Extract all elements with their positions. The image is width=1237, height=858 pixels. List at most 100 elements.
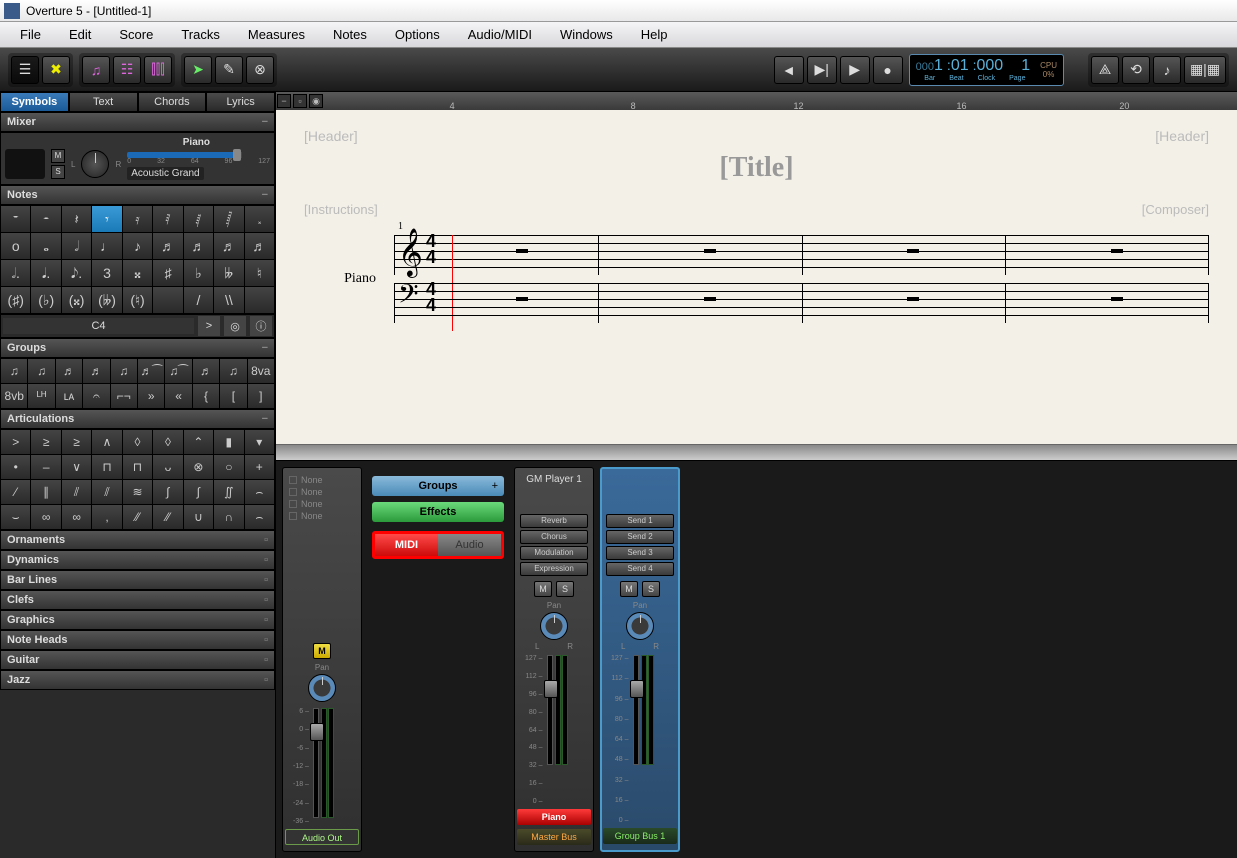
- menu-options[interactable]: Options: [381, 23, 454, 46]
- group-cell[interactable]: ♫: [111, 359, 137, 383]
- articulation-cell[interactable]: ≥: [62, 430, 91, 454]
- group-cell[interactable]: ♫: [28, 359, 54, 383]
- panel-jazz-header[interactable]: Jazz▫: [0, 670, 275, 690]
- note-cell[interactable]: 𝅗𝅥.: [1, 260, 30, 286]
- output-label[interactable]: Audio Out: [285, 829, 359, 845]
- send-none-1[interactable]: None: [287, 474, 357, 486]
- group-cell[interactable]: [: [220, 384, 246, 408]
- note-cell[interactable]: (𝄫): [92, 287, 121, 313]
- ruler-marker-icon[interactable]: ◉: [309, 94, 323, 108]
- articulation-cell[interactable]: ⊗: [184, 455, 213, 479]
- send-none-2[interactable]: None: [287, 486, 357, 498]
- tab-text[interactable]: Text: [69, 92, 138, 112]
- group-cell[interactable]: 8vb: [1, 384, 27, 408]
- send-1[interactable]: Send 1: [606, 514, 674, 528]
- articulation-cell[interactable]: ⊓: [92, 455, 121, 479]
- articulation-cell[interactable]: ∧: [92, 430, 121, 454]
- view-score-icon[interactable]: ☰: [11, 56, 39, 84]
- note-cell[interactable]: 𝅝: [31, 233, 60, 259]
- bus-name[interactable]: Group Bus 1: [603, 828, 677, 844]
- note-cell[interactable]: 𝅘𝅥.: [31, 260, 60, 286]
- target-icon[interactable]: ◎: [224, 316, 246, 336]
- note-cell[interactable]: [153, 287, 182, 313]
- articulation-cell[interactable]: ◊: [153, 430, 182, 454]
- mute-button[interactable]: M: [620, 581, 638, 597]
- rewind-button[interactable]: ◄: [774, 56, 804, 84]
- pan-knob[interactable]: [81, 150, 109, 178]
- arrow-tool-icon[interactable]: ➤: [184, 56, 212, 84]
- effects-button[interactable]: Effects: [372, 502, 504, 522]
- group-cell[interactable]: »: [138, 384, 164, 408]
- group-cell[interactable]: ♫: [220, 359, 246, 383]
- articulation-cell[interactable]: ∥: [31, 480, 60, 504]
- note-cell[interactable]: (♮): [123, 287, 152, 313]
- note-cell[interactable]: 𝄪: [123, 260, 152, 286]
- tab-chords[interactable]: Chords: [138, 92, 207, 112]
- group-cell[interactable]: ♬: [83, 359, 109, 383]
- group-cell[interactable]: ♫⁀: [165, 359, 191, 383]
- center-note[interactable]: C4: [3, 318, 194, 334]
- menu-notes[interactable]: Notes: [319, 23, 381, 46]
- note-cell[interactable]: o: [1, 233, 30, 259]
- note-cell[interactable]: 𝅃: [245, 206, 274, 232]
- solo-button[interactable]: S: [51, 165, 65, 179]
- panel-groups-header[interactable]: Groups−: [0, 338, 275, 358]
- articulation-cell[interactable]: ,: [92, 505, 121, 529]
- note-cell[interactable]: ♯: [153, 260, 182, 286]
- send-none-4[interactable]: None: [287, 510, 357, 522]
- volume-fader[interactable]: [313, 708, 319, 818]
- mute-button[interactable]: M: [313, 643, 331, 659]
- mute-button[interactable]: M: [51, 149, 65, 163]
- group-cell[interactable]: ⌐¬: [111, 384, 137, 408]
- note-cell[interactable]: ♬: [245, 233, 274, 259]
- panel-mixer-header[interactable]: Mixer−: [0, 112, 275, 132]
- articulation-cell[interactable]: ∨: [62, 455, 91, 479]
- group-cell[interactable]: «: [165, 384, 191, 408]
- tab-audio[interactable]: Audio: [438, 534, 501, 556]
- articulation-cell[interactable]: ∪: [184, 505, 213, 529]
- menu-windows[interactable]: Windows: [546, 23, 627, 46]
- erase-tool-icon[interactable]: ⊗: [246, 56, 274, 84]
- articulation-cell[interactable]: ⫽: [62, 480, 91, 504]
- fx-expression[interactable]: Expression: [520, 562, 588, 576]
- note-cell[interactable]: ♩: [92, 233, 121, 259]
- tab-midi[interactable]: MIDI: [375, 534, 438, 556]
- note-cell[interactable]: (𝄪): [62, 287, 91, 313]
- articulation-cell[interactable]: >: [1, 430, 30, 454]
- articulation-cell[interactable]: ⁄⁄: [153, 505, 182, 529]
- articulation-cell[interactable]: ≥: [31, 430, 60, 454]
- group-cell[interactable]: ʟᴀ: [56, 384, 82, 408]
- articulation-cell[interactable]: ⌃: [184, 430, 213, 454]
- stop-button[interactable]: ▶|: [807, 56, 837, 84]
- note-cell[interactable]: (♯): [1, 287, 30, 313]
- panel-guitar-header[interactable]: Guitar▫: [0, 650, 275, 670]
- groups-button[interactable]: Groups: [372, 476, 504, 496]
- note-cell[interactable]: 𝅗𝅥: [62, 233, 91, 259]
- menu-tracks[interactable]: Tracks: [167, 23, 234, 46]
- note-cell[interactable]: ♮: [245, 260, 274, 286]
- note-cell[interactable]: 𝄼: [31, 206, 60, 232]
- loop-icon[interactable]: ⟲: [1122, 56, 1150, 84]
- group-cell[interactable]: ♬: [56, 359, 82, 383]
- panel-notes-header[interactable]: Notes−: [0, 185, 275, 205]
- pan-knob[interactable]: [626, 612, 654, 640]
- note-cell[interactable]: (♭): [31, 287, 60, 313]
- articulation-cell[interactable]: ∩: [214, 505, 243, 529]
- score-composer[interactable]: [Composer]: [1142, 202, 1209, 217]
- solo-button[interactable]: S: [556, 581, 574, 597]
- articulation-cell[interactable]: ⌢: [245, 480, 274, 504]
- send-4[interactable]: Send 4: [606, 562, 674, 576]
- notes-icon[interactable]: ♫: [82, 56, 110, 84]
- quantize-icon[interactable]: ♪: [1153, 56, 1181, 84]
- articulation-cell[interactable]: ⁄: [1, 480, 30, 504]
- articulation-cell[interactable]: +: [245, 455, 274, 479]
- volume-slider[interactable]: [127, 152, 270, 158]
- menu-file[interactable]: File: [6, 23, 55, 46]
- articulation-cell[interactable]: ⊓: [123, 455, 152, 479]
- patch-name[interactable]: Acoustic Grand: [127, 167, 203, 180]
- info-icon[interactable]: ⓘ: [250, 316, 272, 336]
- score-instructions[interactable]: [Instructions]: [304, 202, 378, 217]
- group-cell[interactable]: {: [193, 384, 219, 408]
- score-view[interactable]: [Header] [Header] [Title] [Instructions]…: [276, 110, 1237, 444]
- articulation-cell[interactable]: ○: [214, 455, 243, 479]
